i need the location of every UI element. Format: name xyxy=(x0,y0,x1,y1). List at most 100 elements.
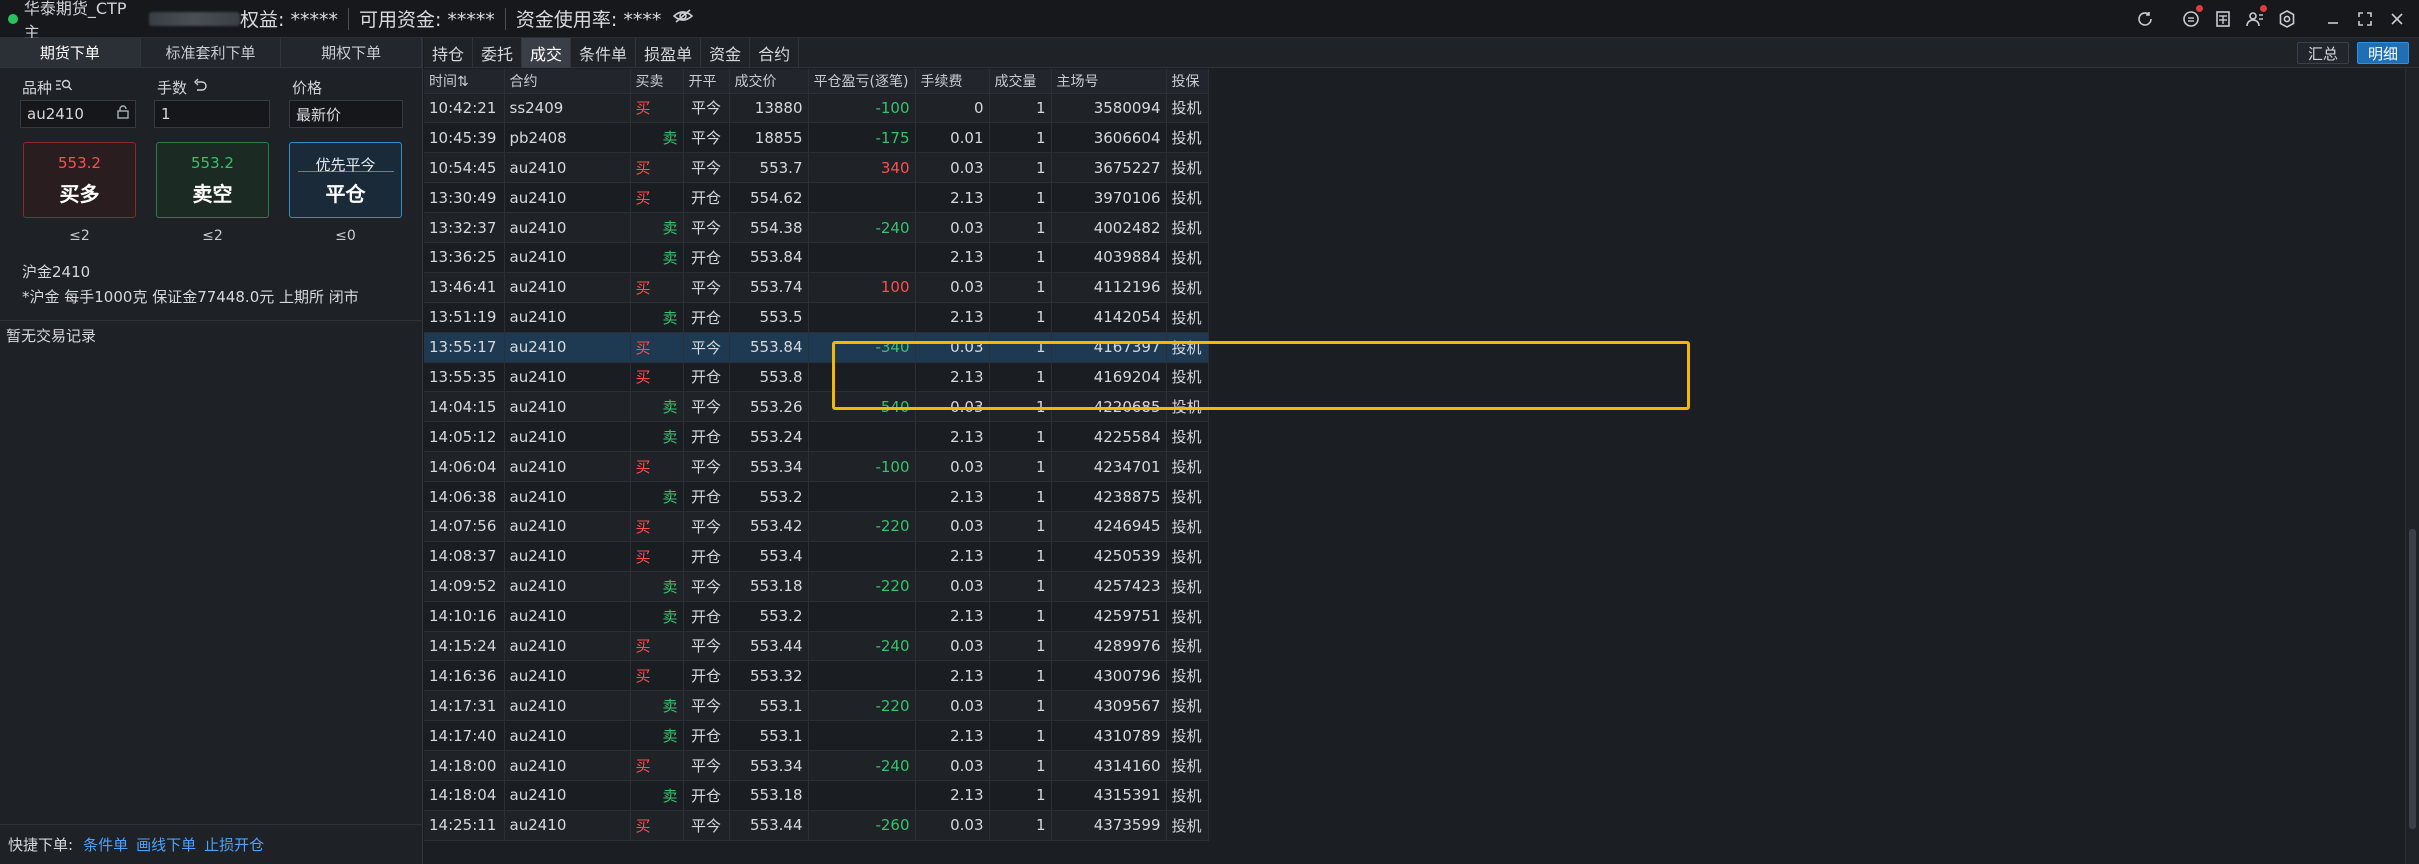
table-row[interactable]: 13:51:19 au2410 卖开仓 553.5 2.13 1 4142054 投机 xyxy=(424,302,1209,333)
cell-side: 卖 xyxy=(630,421,684,453)
qty-input[interactable]: 1 xyxy=(154,100,270,128)
cell-contract: au2410 xyxy=(504,810,631,841)
sell-short-button[interactable]: 553.2 卖空 xyxy=(156,142,269,218)
cell-side: 卖 xyxy=(630,391,684,423)
tab-positions[interactable]: 持仓 xyxy=(424,37,474,68)
message-icon[interactable] xyxy=(2175,3,2207,35)
gear-icon[interactable] xyxy=(2271,3,2303,35)
tab-options-order[interactable]: 期权下单 xyxy=(281,38,423,67)
tab-trades[interactable]: 成交 xyxy=(522,37,572,68)
table-row[interactable]: 13:55:17 au2410 买平今 553.84 -340 0.03 1 4167397 投… xyxy=(424,332,1209,363)
minimize-icon[interactable] xyxy=(2317,3,2349,35)
user-settings-icon[interactable] xyxy=(2239,3,2271,35)
table-row[interactable]: 10:42:21 ss2409 买平今 13880 -100 0 1 3580094 投机 xyxy=(424,93,1209,124)
table-row[interactable]: 14:18:00 au2410 买平今 553.34 -240 0.03 1 4314160 投… xyxy=(424,750,1209,781)
tab-spread-order[interactable]: 标准套利下单 xyxy=(140,38,282,67)
col-time[interactable]: 时间⇅ xyxy=(424,69,505,94)
cell-hedge: 投机 xyxy=(1166,541,1209,572)
cell-side: 买 xyxy=(630,660,684,692)
tab-contracts[interactable]: 合约 xyxy=(750,37,800,68)
summary-button[interactable]: 汇总 xyxy=(2296,42,2349,64)
cell-time: 14:05:12 xyxy=(424,421,505,453)
table-row[interactable]: 14:08:37 au2410 买开仓 553.4 2.13 1 4250539 投机 xyxy=(424,541,1209,572)
calculator-icon[interactable] xyxy=(2207,3,2239,35)
cell-time: 14:25:11 xyxy=(424,810,505,841)
cell-openclose: 开仓 xyxy=(683,541,730,572)
cell-contract: au2410 xyxy=(504,272,631,303)
cell-hedge: 投机 xyxy=(1166,511,1209,542)
hide-eye-icon[interactable] xyxy=(673,8,694,29)
table-row[interactable]: 10:45:39 pb2408 卖平今 18855 -175 0.01 1 3606604 投机 xyxy=(424,122,1209,154)
stop-open-link[interactable]: 止损开仓 xyxy=(204,834,264,855)
table-row[interactable]: 14:04:15 au2410 卖平今 553.26 -540 0.03 1 4220685 投… xyxy=(424,391,1209,423)
table-row[interactable]: 14:16:36 au2410 买开仓 553.32 2.13 1 4300796 投机 xyxy=(424,660,1209,692)
price-input[interactable]: 最新价 xyxy=(289,100,403,128)
undo-icon[interactable] xyxy=(193,78,207,96)
fund-usage-label: 资金使用率: **** xyxy=(515,9,662,31)
tab-stop-profit[interactable]: 损盈单 xyxy=(636,37,702,68)
table-row[interactable]: 14:06:04 au2410 买平今 553.34 -100 0.03 1 4234701 投… xyxy=(424,451,1209,483)
cell-fee: 2.13 xyxy=(915,541,990,572)
cell-exchange-id: 4246945 xyxy=(1051,511,1167,542)
cell-time: 14:18:04 xyxy=(424,780,505,811)
table-row[interactable]: 14:18:04 au2410 卖开仓 553.18 2.13 1 4315391 投机 xyxy=(424,780,1209,811)
table-row[interactable]: 10:54:45 au2410 买平今 553.7 340 0.03 1 3675227 投机 xyxy=(424,152,1209,184)
cell-volume: 1 xyxy=(989,421,1052,453)
table-row[interactable]: 13:32:37 au2410 卖平今 554.38 -240 0.03 1 4002482 投… xyxy=(424,212,1209,243)
table-row[interactable]: 14:17:31 au2410 卖平今 553.1 -220 0.03 1 4309567 投机 xyxy=(424,690,1209,722)
cell-time: 14:08:37 xyxy=(424,541,505,572)
col-side[interactable]: 买卖 xyxy=(630,69,684,94)
table-row[interactable]: 13:55:35 au2410 买开仓 553.8 2.13 1 4169204 投机 xyxy=(424,362,1209,393)
cell-exchange-id: 4257423 xyxy=(1051,571,1167,602)
col-hedge[interactable]: 投保 xyxy=(1166,69,1209,94)
detail-button[interactable]: 明细 xyxy=(2356,42,2409,64)
col-price[interactable]: 成交价 xyxy=(729,69,809,94)
table-row[interactable]: 14:15:24 au2410 买平今 553.44 -240 0.03 1 4289976 投… xyxy=(424,631,1209,662)
col-fee[interactable]: 手续费 xyxy=(915,69,990,94)
cell-price: 554.38 xyxy=(729,212,809,243)
cell-openclose: 平今 xyxy=(683,332,730,363)
table-row[interactable]: 14:25:11 au2410 买平今 553.44 -260 0.03 1 4373599 投… xyxy=(424,810,1209,841)
maximize-icon[interactable] xyxy=(2349,3,2381,35)
symbol-input[interactable]: au2410 xyxy=(20,100,136,128)
table-row[interactable]: 14:10:16 au2410 卖开仓 553.2 2.13 1 4259751 投机 xyxy=(424,601,1209,632)
buy-limit: ≤2 xyxy=(69,228,90,244)
cell-exchange-id: 4220685 xyxy=(1051,391,1167,423)
tab-funds[interactable]: 资金 xyxy=(701,37,751,68)
line-order-link[interactable]: 画线下单 xyxy=(136,834,196,855)
tab-orders[interactable]: 委托 xyxy=(473,37,523,68)
col-close-pnl[interactable]: 平仓盈亏(逐笔) xyxy=(808,69,916,94)
table-row[interactable]: 14:06:38 au2410 卖开仓 553.2 2.13 1 4238875 投机 xyxy=(424,481,1209,512)
cell-contract: au2410 xyxy=(504,362,631,393)
scrollbar-thumb[interactable] xyxy=(2409,529,2416,829)
quick-order-label: 快捷下单: xyxy=(8,836,74,854)
col-volume[interactable]: 成交量 xyxy=(989,69,1052,94)
table-row[interactable]: 14:17:40 au2410 卖开仓 553.1 2.13 1 4310789 投机 xyxy=(424,720,1209,752)
tab-conditional[interactable]: 条件单 xyxy=(571,37,637,68)
cell-side: 卖 xyxy=(630,302,684,333)
symbol-search-icon[interactable] xyxy=(56,78,73,96)
buy-long-button[interactable]: 553.2 买多 xyxy=(23,142,136,218)
cell-openclose: 开仓 xyxy=(683,182,730,214)
refresh-icon[interactable] xyxy=(2129,3,2161,35)
table-row[interactable]: 13:30:49 au2410 买开仓 554.62 2.13 1 3970106 投机 xyxy=(424,182,1209,214)
close-position-button[interactable]: 优先平今 平仓 xyxy=(289,142,402,218)
unlock-icon[interactable] xyxy=(117,105,129,123)
cell-fee: 0.03 xyxy=(915,571,990,602)
cell-close-pnl xyxy=(808,421,916,453)
table-row[interactable]: 14:05:12 au2410 卖开仓 553.24 2.13 1 4225584 投机 xyxy=(424,421,1209,453)
cell-volume: 1 xyxy=(989,182,1052,214)
cell-volume: 1 xyxy=(989,481,1052,512)
vertical-scrollbar[interactable] xyxy=(2405,69,2419,864)
table-row[interactable]: 13:36:25 au2410 卖开仓 553.84 2.13 1 4039884 投机 xyxy=(424,242,1209,273)
records-panel: 持仓 委托 成交 条件单 损盈单 资金 合约 汇总 明细 时间⇅ 合约 买卖 开… xyxy=(424,37,2419,864)
table-row[interactable]: 14:09:52 au2410 卖平今 553.18 -220 0.03 1 4257423 投… xyxy=(424,571,1209,602)
table-row[interactable]: 13:46:41 au2410 买平今 553.74 100 0.03 1 4112196 投机 xyxy=(424,272,1209,303)
col-openclose[interactable]: 开平 xyxy=(683,69,730,94)
table-row[interactable]: 14:07:56 au2410 买平今 553.42 -220 0.03 1 4246945 投… xyxy=(424,511,1209,542)
conditional-order-link[interactable]: 条件单 xyxy=(83,834,128,855)
tab-futures-order[interactable]: 期货下单 xyxy=(0,38,141,67)
col-exchange-id[interactable]: 主场号 xyxy=(1051,69,1167,94)
close-icon[interactable] xyxy=(2381,3,2413,35)
col-contract[interactable]: 合约 xyxy=(504,69,631,94)
